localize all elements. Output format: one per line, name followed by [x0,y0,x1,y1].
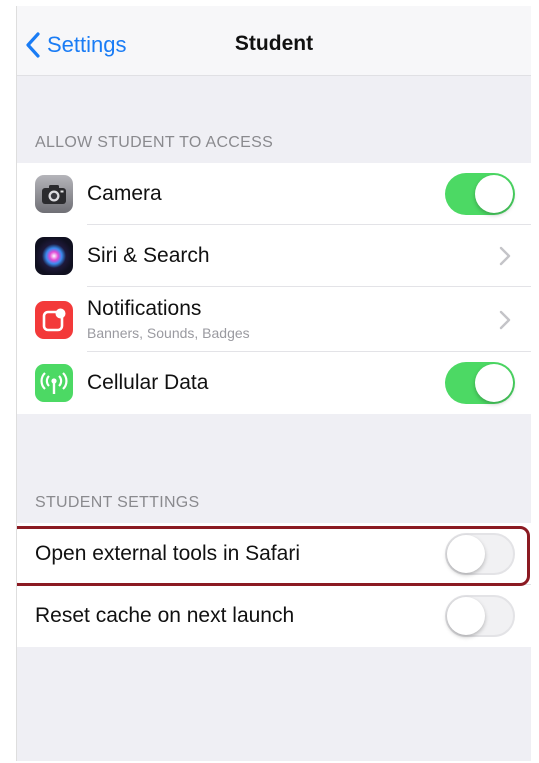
row-notifications[interactable]: Notifications Banners, Sounds, Badges [17,287,531,352]
row-siri-search[interactable]: Siri & Search [17,225,531,287]
row-label: Siri & Search [87,244,210,267]
toggle-knob [447,535,485,573]
row-label: Notifications [87,297,202,320]
row-sublabel: Banners, Sounds, Badges [87,325,250,341]
row-label: Open external tools in Safari [35,542,300,565]
page-title: Student [234,32,314,55]
toggle-knob [447,597,485,635]
row-label: Camera [87,182,162,205]
row-label: Cellular Data [87,371,209,394]
row-label: Reset cache on next launch [35,604,295,627]
chevron-right-icon [499,310,511,329]
toggle-knob [475,175,513,213]
siri-icon [35,237,73,275]
toggle-knob [475,364,513,402]
row-cellular-data: Cellular Data [17,352,531,414]
cellular-data-toggle[interactable] [445,362,515,404]
row-reset-cache: Reset cache on next launch [17,585,531,647]
section-header-student-settings: STUDENT SETTINGS [35,494,200,511]
settings-screen: Settings Student ALLOW STUDENT TO ACCESS… [16,6,531,761]
chevron-right-icon [499,246,511,266]
notifications-icon [35,300,73,339]
row-open-external-tools: Open external tools in Safari [17,523,531,585]
access-group: Camera Siri & Search Notifications Banne… [17,163,531,414]
reset-cache-toggle[interactable] [445,595,515,637]
antenna-icon [35,364,73,402]
student-settings-group: Open external tools in Safari Reset cach… [17,523,531,647]
camera-toggle[interactable] [445,173,515,215]
open-external-tools-toggle[interactable] [445,533,515,575]
row-camera: Camera [17,163,531,225]
camera-icon [35,175,73,213]
section-header-access: ALLOW STUDENT TO ACCESS [35,134,274,151]
navigation-bar: Settings Student [17,6,531,76]
